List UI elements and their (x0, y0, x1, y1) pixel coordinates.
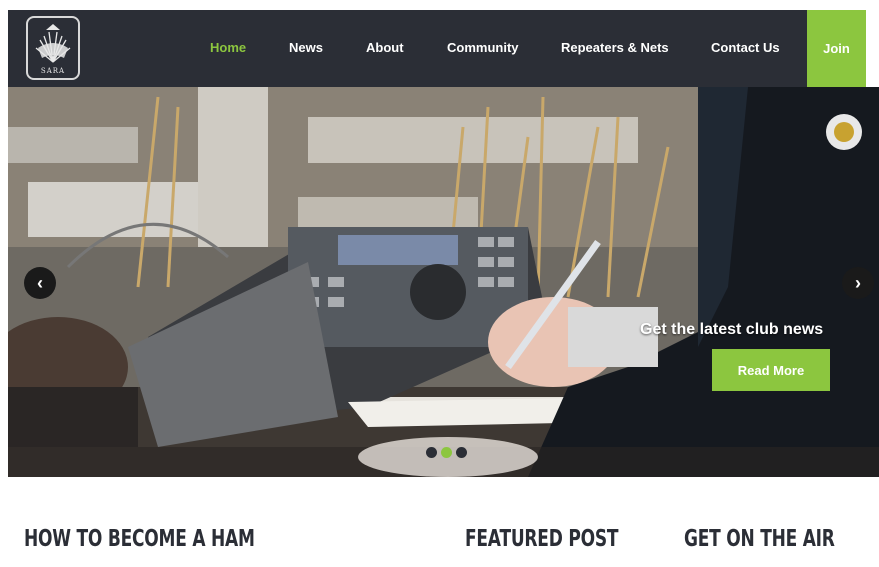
slide-caption: Get the latest club news (640, 321, 824, 338)
hero-photo-radio-operator (8, 87, 879, 477)
join-button[interactable]: Join (807, 10, 866, 87)
page: SARA Home News About Community Repeaters… (0, 0, 879, 567)
nav-about[interactable]: About (366, 40, 404, 55)
nav-home[interactable]: Home (210, 40, 246, 55)
heading-get-on-the-air: GET ON THE AIR (684, 526, 835, 552)
slider-dot-1[interactable] (426, 447, 437, 458)
slider-prev-button[interactable]: ‹ (24, 267, 56, 299)
slider-dots (426, 447, 467, 458)
nav-repeaters-nets[interactable]: Repeaters & Nets (561, 40, 669, 55)
nav-community[interactable]: Community (447, 40, 519, 55)
nav-contact-us[interactable]: Contact Us (711, 40, 780, 55)
slider-dot-3[interactable] (456, 447, 467, 458)
chevron-right-icon: › (855, 272, 861, 293)
main-navigation: Home News About Community Repeaters & Ne… (8, 10, 866, 87)
hero-slider: ‹ › Get the latest club news Read More (8, 87, 879, 477)
read-more-button[interactable]: Read More (712, 349, 830, 391)
top-navbar: SARA Home News About Community Repeaters… (8, 10, 866, 87)
nav-news[interactable]: News (289, 40, 323, 55)
heading-featured-post: FEATURED POST (465, 526, 619, 552)
heading-how-to-become-a-ham: HOW TO BECOME A HAM (24, 526, 255, 552)
chevron-left-icon: ‹ (37, 272, 43, 293)
slider-dot-2[interactable] (441, 447, 452, 458)
slider-next-button[interactable]: › (842, 267, 874, 299)
